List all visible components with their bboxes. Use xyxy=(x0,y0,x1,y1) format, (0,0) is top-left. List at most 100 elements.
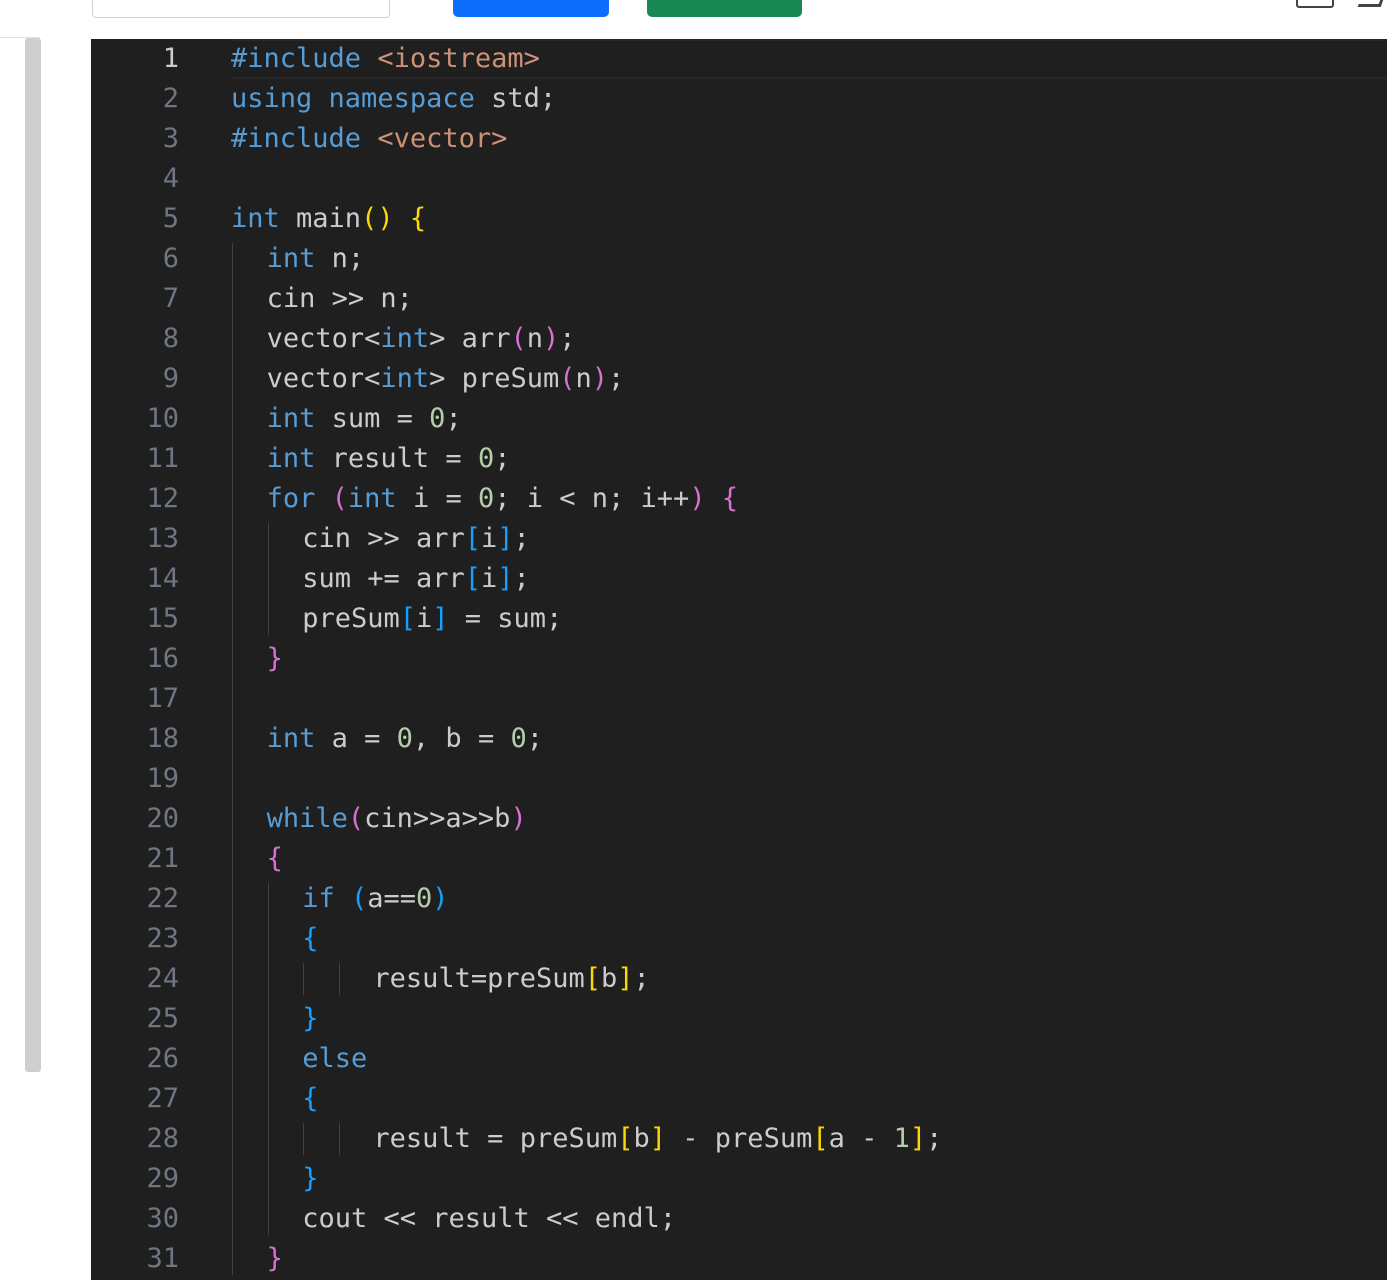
code-text: while(cin>>a>>b) xyxy=(267,799,527,839)
code-token: [ xyxy=(584,963,601,994)
code-text: sum += arr[i]; xyxy=(302,559,530,599)
code-token: ; xyxy=(926,1123,943,1154)
code-line[interactable]: 11 int result = 0; xyxy=(91,439,1387,479)
code-token: a = xyxy=(315,723,397,754)
code-token: , b = xyxy=(412,723,511,754)
code-line[interactable]: 23 { xyxy=(91,919,1387,959)
code-token: - preSum xyxy=(666,1123,813,1154)
line-number: 3 xyxy=(162,123,179,154)
code-token: using xyxy=(231,83,313,114)
code-token: <vector> xyxy=(377,123,508,154)
indent-guide xyxy=(338,963,340,995)
code-line[interactable]: 21 { xyxy=(91,839,1387,879)
indent-guide xyxy=(303,1123,305,1155)
code-line[interactable]: 28 result = preSum[b] - preSum[a - 1]; xyxy=(91,1119,1387,1159)
code-token: i xyxy=(481,523,498,554)
code-line[interactable]: 20 while(cin>>a>>b) xyxy=(91,799,1387,839)
code-editor[interactable]: 1 #include <iostream> 2 using namespace std… xyxy=(91,39,1387,1280)
code-token: 0 xyxy=(416,883,433,914)
indent-guide xyxy=(303,963,305,995)
code-line[interactable]: 2 using namespace std; xyxy=(91,79,1387,119)
code-token: ; xyxy=(559,323,576,354)
code-token: n; xyxy=(315,243,365,274)
code-text: using namespace std; xyxy=(231,79,556,119)
code-line[interactable]: 27 { xyxy=(91,1079,1387,1119)
code-text: } xyxy=(267,1239,283,1279)
code-token: cin>>a>>b xyxy=(364,803,511,834)
code-line[interactable]: 14 sum += arr[i]; xyxy=(91,559,1387,599)
code-token: result = preSum xyxy=(373,1123,618,1154)
code-line[interactable]: 8 vector<int> arr(n); xyxy=(91,319,1387,359)
indent-guide xyxy=(232,243,233,1275)
code-line[interactable]: 18 int a = 0, b = 0; xyxy=(91,719,1387,759)
code-line[interactable]: 24 result=preSum[b]; xyxy=(91,959,1387,999)
code-token: int xyxy=(380,323,430,354)
code-line[interactable]: 10 int sum = 0; xyxy=(91,399,1387,439)
line-number: 15 xyxy=(146,603,179,634)
top-input-field[interactable] xyxy=(92,0,390,18)
code-line[interactable]: 5 int main() { xyxy=(91,199,1387,239)
code-line[interactable]: 29} xyxy=(91,1159,1387,1199)
line-number: 31 xyxy=(146,1243,179,1274)
code-token: int xyxy=(266,723,316,754)
indent-guide xyxy=(267,523,269,635)
code-token: ; xyxy=(608,363,625,394)
code-line[interactable]: 15 preSum[i] = sum; xyxy=(91,599,1387,639)
code-token: [ xyxy=(399,603,416,634)
code-line[interactable]: 26 else xyxy=(91,1039,1387,1079)
code-token: i xyxy=(481,563,498,594)
left-panel-scrollbar[interactable] xyxy=(25,38,41,1072)
run-button[interactable] xyxy=(647,0,802,17)
code-line[interactable]: 6 int n; xyxy=(91,239,1387,279)
code-text: int sum = 0; xyxy=(267,399,462,439)
line-number: 27 xyxy=(146,1083,179,1114)
code-token: n xyxy=(526,323,543,354)
code-line[interactable]: 19 xyxy=(91,759,1387,799)
chevron-icon[interactable] xyxy=(1357,0,1386,7)
code-text: if (a==0) xyxy=(302,879,448,919)
code-token: int xyxy=(266,443,316,474)
code-line[interactable]: 13 cin >> arr[i]; xyxy=(91,519,1387,559)
line-number: 13 xyxy=(146,523,179,554)
line-number: 28 xyxy=(146,1123,179,1154)
code-text: int main() { xyxy=(231,199,426,239)
code-line[interactable]: 7 cin >> n; xyxy=(91,279,1387,319)
code-line[interactable]: 25} xyxy=(91,999,1387,1039)
code-line[interactable]: 16} xyxy=(91,639,1387,679)
code-token: ) xyxy=(689,483,706,514)
code-token: if xyxy=(302,883,335,914)
code-token: } xyxy=(302,1003,319,1034)
code-token: int xyxy=(266,403,316,434)
code-line[interactable]: 4 xyxy=(91,159,1387,199)
code-line[interactable]: 31} xyxy=(91,1239,1387,1279)
primary-button[interactable] xyxy=(453,0,609,17)
code-token: [ xyxy=(464,563,482,594)
line-number: 22 xyxy=(146,883,179,914)
code-token: while xyxy=(266,803,348,834)
code-text: { xyxy=(267,839,283,879)
window-icon[interactable] xyxy=(1296,0,1334,8)
code-token: cin >> arr xyxy=(302,523,465,554)
code-line[interactable]: 22 if (a==0) xyxy=(91,879,1387,919)
code-token: sum += arr xyxy=(302,563,465,594)
line-number: 1 xyxy=(162,43,179,74)
code-token: #include xyxy=(231,43,362,74)
line-number: 18 xyxy=(146,723,179,754)
code-token: main xyxy=(279,203,362,234)
code-line[interactable]: 9 vector<int> preSum(n); xyxy=(91,359,1387,399)
indent-guide xyxy=(267,883,269,1235)
code-token: { xyxy=(302,923,319,954)
code-line[interactable]: 3 #include <vector> xyxy=(91,119,1387,159)
code-token: ; xyxy=(633,963,650,994)
code-token: ( xyxy=(331,483,348,514)
code-token: ] xyxy=(432,603,449,634)
code-line[interactable]: 12 for (int i = 0; i < n; i++) { xyxy=(91,479,1387,519)
code-token: result = xyxy=(315,443,478,474)
code-line[interactable]: 17 xyxy=(91,679,1387,719)
code-line[interactable]: 30 cout << result << endl; xyxy=(91,1199,1387,1239)
code-line[interactable]: 1 #include <iostream> xyxy=(91,39,1387,79)
